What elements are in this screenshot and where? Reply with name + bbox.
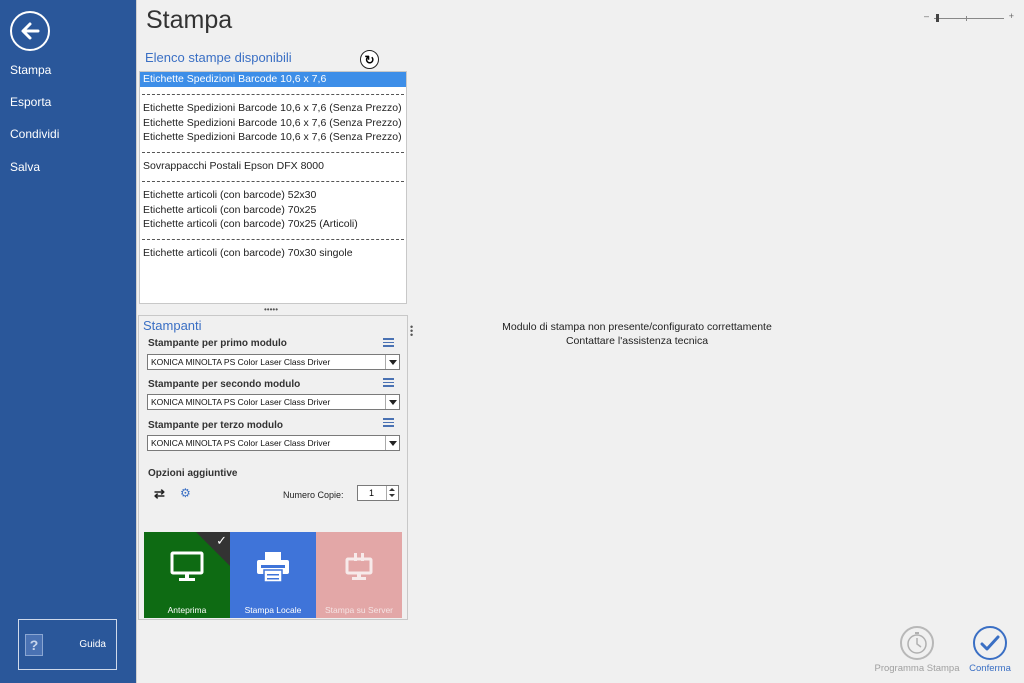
confirm-label: Conferma bbox=[969, 663, 1011, 674]
second-printer-select[interactable]: KONICA MINOLTA PS Color Laser Class Driv… bbox=[147, 394, 400, 410]
sidebar-item-condividi[interactable]: Condividi bbox=[10, 127, 59, 141]
splitter-grip-horizontal[interactable]: ••••• bbox=[264, 305, 278, 314]
help-button[interactable]: ? Guida bbox=[18, 619, 117, 670]
printer-icon bbox=[257, 552, 289, 583]
sidebar: Stampa Esporta Condividi Salva ? Guida bbox=[0, 0, 136, 683]
first-printer-select[interactable]: KONICA MINOLTA PS Color Laser Class Driv… bbox=[147, 354, 400, 370]
zoom-tick bbox=[966, 16, 967, 21]
chevron-down-icon[interactable] bbox=[385, 436, 399, 450]
list-icon[interactable] bbox=[383, 418, 394, 427]
third-printer-select[interactable]: KONICA MINOLTA PS Color Laser Class Driv… bbox=[147, 435, 400, 451]
list-item[interactable]: Etichette Spedizioni Barcode 10,6 x 7,6 bbox=[140, 72, 406, 87]
copies-value: 1 bbox=[369, 488, 375, 498]
arrow-left-icon bbox=[21, 22, 40, 40]
server-print-icon bbox=[345, 553, 373, 580]
options-title: Opzioni aggiuntive bbox=[148, 468, 238, 479]
copies-stepper[interactable]: 1 bbox=[357, 485, 399, 501]
print-list-header: Elenco stampe disponibili bbox=[145, 50, 292, 65]
third-printer-value: KONICA MINOLTA PS Color Laser Class Driv… bbox=[151, 438, 331, 448]
chevron-down-icon[interactable] bbox=[385, 395, 399, 409]
refresh-icon[interactable]: ⇄ bbox=[154, 486, 165, 502]
gear-icon[interactable]: ⚙ bbox=[180, 486, 191, 500]
list-item[interactable]: Etichette articoli (con barcode) 70x25 (… bbox=[140, 217, 406, 232]
question-icon: ? bbox=[25, 633, 43, 656]
spin-up-icon[interactable] bbox=[389, 488, 395, 491]
list-item[interactable]: Etichette Spedizioni Barcode 10,6 x 7,6 … bbox=[140, 130, 406, 145]
copies-label: Numero Copie: bbox=[283, 490, 344, 500]
list-icon[interactable] bbox=[383, 338, 394, 347]
checkmark-icon: ✓ bbox=[216, 533, 227, 548]
first-printer-value: KONICA MINOLTA PS Color Laser Class Driv… bbox=[151, 357, 331, 367]
zoom-in-button[interactable]: + bbox=[1009, 11, 1014, 21]
sidebar-item-stampa[interactable]: Stampa bbox=[10, 63, 51, 77]
list-icon[interactable] bbox=[383, 378, 394, 387]
print-list[interactable]: Etichette Spedizioni Barcode 10,6 x 7,6 E… bbox=[139, 71, 407, 304]
status-message: Modulo di stampa non presente/configurat… bbox=[437, 320, 837, 348]
sidebar-item-salva[interactable]: Salva bbox=[10, 160, 40, 174]
first-printer-label: Stampante per primo modulo bbox=[148, 338, 287, 349]
list-item[interactable]: Etichette Spedizioni Barcode 10,6 x 7,6 … bbox=[140, 101, 406, 116]
refresh-icon: ↻ bbox=[364, 52, 375, 67]
list-item[interactable]: Etichette articoli (con barcode) 70x30 s… bbox=[140, 246, 406, 261]
list-separator bbox=[140, 174, 406, 189]
refresh-list-button[interactable]: ↻ bbox=[360, 50, 379, 69]
sidebar-item-esporta[interactable]: Esporta bbox=[10, 95, 51, 109]
help-label: Guida bbox=[79, 639, 106, 650]
back-button[interactable] bbox=[10, 11, 50, 51]
list-item[interactable]: Etichette articoli (con barcode) 70x25 bbox=[140, 203, 406, 218]
server-print-tile[interactable]: Stampa su Server bbox=[316, 532, 402, 618]
splitter-grip-vertical[interactable]: • • • bbox=[410, 323, 413, 340]
local-print-label: Stampa Locale bbox=[244, 605, 302, 615]
list-separator bbox=[140, 232, 406, 247]
printers-title: Stampanti bbox=[143, 318, 202, 333]
local-print-tile[interactable]: Stampa Locale bbox=[230, 532, 316, 618]
confirm-button[interactable]: Conferma bbox=[945, 626, 1024, 674]
spin-down-icon[interactable] bbox=[389, 494, 395, 497]
list-item[interactable]: Sovrappacchi Postali Epson DFX 8000 bbox=[140, 159, 406, 174]
second-printer-label: Stampante per secondo modulo bbox=[148, 379, 301, 390]
third-printer-label: Stampante per terzo modulo bbox=[148, 420, 284, 431]
clock-icon bbox=[907, 632, 927, 654]
zoom-slider[interactable]: – + bbox=[924, 11, 1014, 24]
status-message-line1: Modulo di stampa non presente/configurat… bbox=[502, 321, 772, 333]
list-item[interactable]: Etichette articoli (con barcode) 52x30 bbox=[140, 188, 406, 203]
printers-panel: Stampanti Stampante per primo modulo KON… bbox=[138, 315, 408, 620]
status-message-line2: Contattare l'assistenza tecnica bbox=[565, 335, 709, 347]
server-print-label: Stampa su Server bbox=[324, 605, 394, 615]
main-content: Stampa – + Elenco stampe disponibili ↻ E… bbox=[136, 0, 1024, 683]
zoom-out-button[interactable]: – bbox=[924, 11, 929, 21]
second-printer-value: KONICA MINOLTA PS Color Laser Class Driv… bbox=[151, 397, 331, 407]
spin-buttons[interactable] bbox=[386, 486, 398, 500]
zoom-track bbox=[934, 18, 1004, 19]
monitor-icon bbox=[170, 551, 204, 581]
list-separator bbox=[140, 87, 406, 102]
preview-label: Anteprima bbox=[167, 605, 207, 615]
page-title: Stampa bbox=[146, 6, 233, 34]
list-separator bbox=[140, 145, 406, 160]
check-circle-icon bbox=[980, 635, 1000, 651]
zoom-thumb[interactable] bbox=[936, 14, 939, 22]
list-item[interactable]: Etichette Spedizioni Barcode 10,6 x 7,6 … bbox=[140, 116, 406, 131]
chevron-down-icon[interactable] bbox=[385, 355, 399, 369]
preview-tile[interactable]: ✓ Anteprima bbox=[144, 532, 230, 618]
